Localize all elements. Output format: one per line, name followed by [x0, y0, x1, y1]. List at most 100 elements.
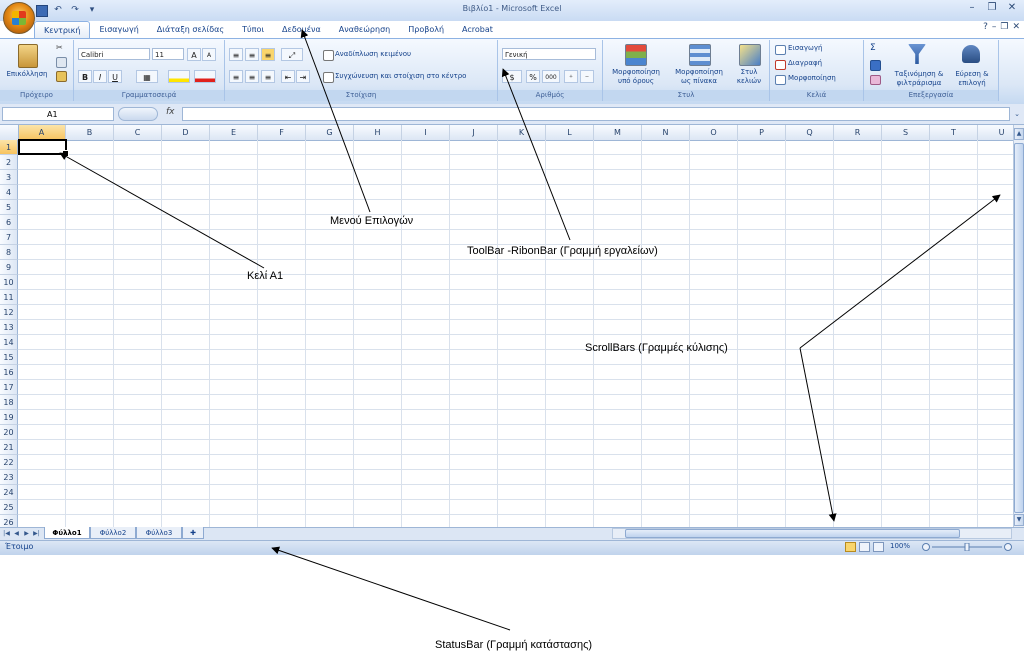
column-header[interactable]: O: [690, 125, 738, 140]
tab-insert[interactable]: Εισαγωγή: [90, 21, 147, 38]
zoom-in-icon[interactable]: [1004, 543, 1012, 551]
column-header[interactable]: T: [930, 125, 978, 140]
page-break-view-icon[interactable]: [873, 542, 884, 552]
copy-icon[interactable]: [56, 57, 67, 68]
italic-button[interactable]: I: [93, 70, 107, 83]
wrap-text-icon[interactable]: [323, 50, 334, 61]
column-header[interactable]: D: [162, 125, 210, 140]
column-header[interactable]: Q: [786, 125, 834, 140]
font-size-select[interactable]: 11: [152, 48, 184, 60]
formula-bar-splitter[interactable]: [118, 107, 158, 121]
column-header[interactable]: U: [978, 125, 1013, 140]
column-header[interactable]: K: [498, 125, 546, 140]
column-header[interactable]: M: [594, 125, 642, 140]
tab-review[interactable]: Αναθεώρηση: [330, 21, 399, 38]
row-header[interactable]: 18: [0, 395, 18, 410]
minimize-button[interactable]: –: [962, 1, 982, 15]
name-box[interactable]: A1: [2, 107, 114, 121]
zoom-out-icon[interactable]: [922, 543, 930, 551]
align-right-icon[interactable]: ≡: [261, 70, 275, 83]
font-color-icon[interactable]: [194, 70, 216, 83]
row-header[interactable]: 22: [0, 455, 18, 470]
row-header[interactable]: 7: [0, 230, 18, 245]
find-select-button[interactable]: Εύρεση & επιλογή: [950, 70, 994, 88]
column-header[interactable]: I: [402, 125, 450, 140]
tab-acrobat[interactable]: Acrobat: [453, 21, 502, 38]
paste-button[interactable]: Επικόλληση: [2, 70, 52, 78]
decrease-indent-icon[interactable]: ⇤: [281, 70, 295, 83]
zoom-level[interactable]: 100%: [890, 542, 910, 550]
column-header[interactable]: H: [354, 125, 402, 140]
column-header[interactable]: P: [738, 125, 786, 140]
format-cells-icon[interactable]: [775, 75, 786, 85]
row-header[interactable]: 23: [0, 470, 18, 485]
insert-function-icon[interactable]: fx: [166, 107, 175, 117]
format-cells-button[interactable]: Μορφοποίηση: [788, 74, 836, 82]
sheet-tab-3[interactable]: Φύλλο3: [136, 527, 182, 539]
row-header[interactable]: 2: [0, 155, 18, 170]
autosum-icon[interactable]: Σ: [870, 43, 876, 53]
cell-styles-icon[interactable]: [739, 44, 761, 66]
last-sheet-icon[interactable]: ▶|: [32, 528, 41, 539]
row-header[interactable]: 13: [0, 320, 18, 335]
row-header[interactable]: 1: [0, 140, 18, 155]
row-header[interactable]: 12: [0, 305, 18, 320]
row-header[interactable]: 6: [0, 215, 18, 230]
tab-data[interactable]: Δεδομένα: [273, 21, 330, 38]
insert-cells-button[interactable]: Εισαγωγή: [788, 44, 822, 52]
format-painter-icon[interactable]: [56, 71, 67, 82]
comma-style-button[interactable]: 000: [542, 70, 560, 83]
zoom-thumb[interactable]: [964, 543, 970, 551]
cells-area[interactable]: [18, 140, 1013, 527]
merge-center-icon[interactable]: [323, 72, 334, 83]
merge-center-button[interactable]: Συγχώνευση και στοίχιση στο κέντρο: [335, 72, 466, 80]
increase-decimal-icon[interactable]: ⁺: [564, 70, 578, 83]
insert-cells-icon[interactable]: [775, 45, 786, 55]
column-header[interactable]: N: [642, 125, 690, 140]
normal-view-icon[interactable]: [845, 542, 856, 552]
row-header[interactable]: 17: [0, 380, 18, 395]
sort-filter-button[interactable]: Ταξινόμηση & φιλτράρισμα: [890, 70, 948, 88]
row-header[interactable]: 24: [0, 485, 18, 500]
row-header[interactable]: 16: [0, 365, 18, 380]
doc-close-button[interactable]: ✕: [1012, 22, 1020, 32]
font-name-select[interactable]: Calibri: [78, 48, 150, 60]
sheet-tab-2[interactable]: Φύλλο2: [90, 527, 136, 539]
next-sheet-icon[interactable]: ▶: [22, 528, 31, 539]
doc-minimize-button[interactable]: –: [992, 22, 997, 32]
accounting-format-icon[interactable]: $: [502, 70, 522, 83]
format-as-table-icon[interactable]: [689, 44, 711, 66]
expand-formula-bar-icon[interactable]: ⌄: [1012, 107, 1022, 121]
row-header[interactable]: 20: [0, 425, 18, 440]
column-header[interactable]: E: [210, 125, 258, 140]
row-header[interactable]: 26: [0, 515, 18, 527]
row-header[interactable]: 11: [0, 290, 18, 305]
number-format-select[interactable]: Γενική: [502, 48, 596, 60]
paste-icon[interactable]: [18, 44, 38, 68]
column-header[interactable]: L: [546, 125, 594, 140]
column-header[interactable]: A: [18, 125, 66, 140]
increase-indent-icon[interactable]: ⇥: [296, 70, 310, 83]
binoculars-icon[interactable]: [962, 45, 980, 63]
align-bottom-icon[interactable]: ≡: [261, 48, 275, 61]
prev-sheet-icon[interactable]: ◀: [12, 528, 21, 539]
sheet-tab-1[interactable]: Φύλλο1: [44, 527, 90, 539]
column-header[interactable]: S: [882, 125, 930, 140]
column-header[interactable]: R: [834, 125, 882, 140]
cut-icon[interactable]: ✂: [56, 43, 66, 52]
doc-restore-button[interactable]: ❐: [1000, 22, 1008, 32]
column-header[interactable]: J: [450, 125, 498, 140]
scroll-down-button[interactable]: ▼: [1014, 514, 1024, 526]
row-header[interactable]: 8: [0, 245, 18, 260]
formula-input[interactable]: [182, 107, 1010, 121]
conditional-formatting-icon[interactable]: [625, 44, 647, 66]
row-header[interactable]: 4: [0, 185, 18, 200]
row-header[interactable]: 5: [0, 200, 18, 215]
tab-home[interactable]: Κεντρική: [34, 21, 91, 39]
align-middle-icon[interactable]: ≡: [245, 48, 259, 61]
decrease-decimal-icon[interactable]: ⁻: [580, 70, 594, 83]
underline-button[interactable]: U: [108, 70, 122, 83]
row-header[interactable]: 10: [0, 275, 18, 290]
insert-sheet-icon[interactable]: ✚: [182, 527, 204, 539]
horizontal-scroll-thumb[interactable]: [625, 529, 960, 538]
